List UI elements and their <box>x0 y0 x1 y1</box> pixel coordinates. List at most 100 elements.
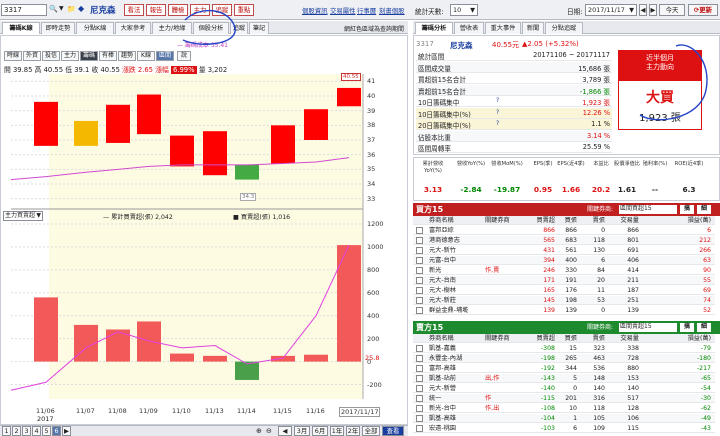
zoom-2y[interactable]: 2年 <box>346 426 360 436</box>
broker-name[interactable]: 富邦-高雄 <box>429 364 483 373</box>
checkup-button[interactable]: 體檢 <box>168 4 188 16</box>
broker-name[interactable]: 新光-台中 <box>429 404 483 413</box>
prev-date-button[interactable]: ◀ <box>639 4 647 16</box>
page-2[interactable]: 2 <box>12 426 21 436</box>
row-checkbox[interactable] <box>416 395 423 402</box>
stock-code-input[interactable]: 3317 <box>1 4 47 16</box>
help-icon[interactable]: ? <box>496 120 499 127</box>
row-checkbox[interactable] <box>416 287 423 294</box>
buy15-select[interactable]: 區間買超15 <box>619 205 677 214</box>
badge-sub: 主力動向 <box>646 63 674 71</box>
broker-name[interactable]: 新光 <box>429 266 483 275</box>
link-trade-attr[interactable]: 交易屬性 <box>330 6 356 15</box>
scroll-left[interactable]: ◀ <box>278 426 292 436</box>
row-checkbox[interactable] <box>416 375 423 382</box>
row-checkbox[interactable] <box>416 237 423 244</box>
sell15-ok-button[interactable]: 搞 <box>680 323 694 332</box>
tab-branch-track[interactable]: 分點追蹤 <box>545 22 583 34</box>
row-checkbox[interactable] <box>416 267 423 274</box>
tab-stock-analysis[interactable]: 個股分析 <box>193 22 229 34</box>
tab-revenue[interactable]: 營收表 <box>454 22 484 34</box>
page-3[interactable]: 3 <box>22 426 31 436</box>
summary-row-value: -1,866 張 <box>580 87 610 96</box>
stats-panel: 累計營收YoY(%) 3.13 營收YoY(%) -2.84 營收MoM(%) -19.8… <box>413 157 720 201</box>
highlight-button[interactable]: 重點 <box>234 4 254 16</box>
row-checkbox[interactable] <box>416 385 423 392</box>
row-checkbox[interactable] <box>416 307 423 314</box>
zoom-in-icon[interactable]: ⊕ <box>256 427 262 435</box>
broker-name[interactable]: 元大-新營 <box>429 384 483 393</box>
tab-main-local[interactable]: 主力/地緣 <box>152 22 192 34</box>
date-input[interactable]: 2017/11/17 ▼ <box>585 4 637 16</box>
row-checkbox[interactable] <box>416 365 423 372</box>
view-button-bottom[interactable]: 查看 <box>382 426 404 436</box>
next-date-button[interactable]: ▶ <box>649 4 657 16</box>
search-icon[interactable]: 🔍 <box>49 5 58 13</box>
link-profile[interactable]: 刻畫個股 <box>379 6 405 15</box>
row-checkbox[interactable] <box>416 405 423 412</box>
row-checkbox[interactable] <box>416 277 423 284</box>
row-checkbox[interactable] <box>416 227 423 234</box>
help-icon[interactable]: ? <box>496 109 499 116</box>
page-5[interactable]: 5 <box>42 426 51 436</box>
broker-name[interactable]: 凱基-高雄 <box>429 414 483 423</box>
page-6[interactable]: 6 <box>52 426 61 436</box>
sell15-select[interactable]: 區間賣超15 <box>619 323 677 332</box>
row-checkbox[interactable] <box>416 425 423 432</box>
broker-name[interactable]: 元富-台中 <box>429 256 483 265</box>
broker-name[interactable]: 宏遠-桃園 <box>429 424 483 433</box>
tab-events[interactable]: 重大事件 <box>485 22 521 34</box>
row-checkbox[interactable] <box>416 345 423 352</box>
view-button[interactable]: 看法 <box>124 4 144 16</box>
sell15-menu-button[interactable]: 細 <box>697 323 711 332</box>
broker-name[interactable]: 元大-樹林 <box>429 286 483 295</box>
page-next[interactable]: ▶ <box>62 426 71 436</box>
row-checkbox[interactable] <box>416 355 423 362</box>
tab-branch-kline[interactable]: 分點K線 <box>76 22 114 34</box>
today-button[interactable]: 今天 <box>659 4 685 16</box>
broker-name[interactable]: 富邦亞綜 <box>429 226 483 235</box>
tab-realtime[interactable]: 即時走勢 <box>41 22 75 34</box>
buy15-menu-button[interactable]: 細 <box>697 205 711 214</box>
lower-indicator-select[interactable]: 主力買賣超 ▼ <box>3 211 43 221</box>
row-checkbox[interactable] <box>416 257 423 264</box>
days-select[interactable]: 10 ▼ <box>450 4 478 16</box>
main-force-button[interactable]: 主力 <box>190 4 210 16</box>
row-checkbox[interactable] <box>416 247 423 254</box>
page-1[interactable]: 1 <box>2 426 11 436</box>
arrow-icon[interactable]: ◆ <box>78 4 84 13</box>
link-stock-info[interactable]: 個股資訊 <box>302 6 328 15</box>
zoom-6m[interactable]: 6月 <box>312 426 328 436</box>
zoom-1y[interactable]: 1年 <box>330 426 344 436</box>
broker-name[interactable]: 港商德意志 <box>429 236 483 245</box>
tab-notes[interactable]: 筆記 <box>249 22 269 34</box>
zoom-out-icon[interactable]: ⊖ <box>266 427 272 435</box>
broker-name[interactable]: 元大-新莊 <box>429 296 483 305</box>
broker-name[interactable]: 統一 <box>429 394 483 403</box>
help-icon[interactable]: ? <box>496 97 499 104</box>
page-4[interactable]: 4 <box>32 426 41 436</box>
broker-name[interactable]: 永豐金-內湖 <box>429 354 483 363</box>
broker-name[interactable]: 元大-台南 <box>429 276 483 285</box>
favorite-icon[interactable]: 📁 <box>67 5 76 13</box>
broker-name[interactable]: 凱基-站前 <box>429 374 483 383</box>
report-button[interactable]: 報告 <box>146 4 166 16</box>
tab-reference[interactable]: 大家參考 <box>115 22 151 34</box>
row-checkbox[interactable] <box>416 297 423 304</box>
broker-name[interactable]: 凱基-嘉義 <box>429 344 483 353</box>
buy15-ok-button[interactable]: 搞 <box>680 205 694 214</box>
broker-name[interactable]: 群益金鼎-埔墘 <box>429 306 483 315</box>
tab-news[interactable]: 新聞 <box>522 22 544 34</box>
row-checkbox[interactable] <box>416 415 423 422</box>
dropdown-icon[interactable]: ▼ <box>59 5 64 12</box>
tab-chip-kline[interactable]: 籌碼K線 <box>2 22 40 34</box>
refresh-button[interactable]: ⟳更新 <box>688 4 718 16</box>
link-calendar[interactable]: 行事曆 <box>357 6 376 15</box>
tab-chip-analysis[interactable]: 籌碼分析 <box>415 22 453 34</box>
zoom-3m[interactable]: 3月 <box>294 426 310 436</box>
track-button[interactable]: 追蹤 <box>212 4 232 16</box>
summary-row: 買超前15名合計 3,789 張 <box>416 73 612 84</box>
zoom-all[interactable]: 全部 <box>362 426 380 436</box>
broker-name[interactable]: 元大-新竹 <box>429 246 483 255</box>
tab-track[interactable]: 追蹤 <box>230 22 248 34</box>
